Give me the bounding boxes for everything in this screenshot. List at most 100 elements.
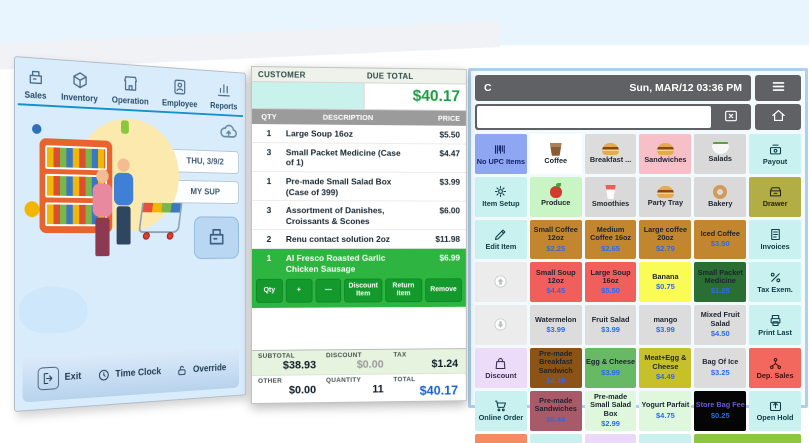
payout-button[interactable]: Payout — [749, 134, 801, 174]
customer-value-box[interactable] — [252, 82, 365, 109]
discount-button[interactable]: Discount — [475, 348, 527, 388]
invoice-icon — [768, 227, 783, 242]
pre-made-breakfast-sandwich-button[interactable]: Pre-made Breakfast Sandwich $4.49 — [530, 348, 582, 388]
menu-button[interactable] — [755, 75, 801, 101]
tab-reports[interactable]: Reports — [210, 79, 237, 111]
time-clock-button[interactable]: Time Clock — [97, 364, 161, 382]
cell-price: $3.99 — [601, 369, 620, 378]
scroll-up-button[interactable] — [475, 262, 527, 302]
iced-coffee-button[interactable]: Iced Coffee $3.50 — [694, 220, 746, 260]
pay-button[interactable]: Pay — [694, 434, 801, 443]
dep-sales-button[interactable]: Dep. Sales — [749, 348, 801, 388]
discount-item-button[interactable]: Discount Item — [344, 279, 381, 302]
store-bag-fee-button[interactable]: Store Bag Fee $0.25 — [694, 391, 746, 431]
selected-receipt-row[interactable]: 1 Al Fresco Roasted Garlic Chicken Sausa… — [252, 249, 466, 277]
refund-button[interactable]: Refund — [585, 434, 637, 443]
cell-label: Watermelon — [535, 316, 577, 324]
meat-egg-cheese-button[interactable]: Meat+Egg & Cheese $4.49 — [639, 348, 691, 388]
cell-button[interactable]: 2 Renu contact solution 2oz $11.98 — [252, 230, 466, 249]
open-hold-button[interactable]: Open Hold — [749, 391, 801, 431]
salads-button[interactable]: Salads — [694, 134, 746, 174]
cell-button[interactable]: 3 Assortment of Danishes, Croissants & S… — [252, 201, 466, 230]
breakfast-button[interactable]: Breakfast ... — [585, 134, 637, 174]
fruit-salad-button[interactable]: Fruit Salad $3.99 — [585, 305, 637, 345]
print-last-button[interactable]: Print Last — [749, 305, 801, 345]
override-button[interactable]: Override — [176, 361, 227, 378]
cell-label: Banana — [652, 273, 678, 281]
clear-search-button[interactable] — [713, 106, 749, 128]
invoices-button[interactable]: Invoices — [749, 220, 801, 260]
mixed-fruit-salad-button[interactable]: Mixed Fruit Salad $4.50 — [694, 305, 746, 345]
remove-item-button[interactable]: Remove — [425, 279, 462, 302]
pre-made-small-salad-box-button[interactable]: Pre-made Small Salad Box $2.99 — [585, 391, 637, 431]
date-button[interactable]: THU, 3/9/2 — [171, 149, 239, 174]
coffee-button[interactable]: Coffee — [530, 134, 582, 174]
egg-cheese-button[interactable]: Egg & Cheese $3.99 — [585, 348, 637, 388]
bakery-button[interactable]: Bakery — [694, 177, 746, 217]
decrease-qty-button[interactable]: — — [315, 279, 341, 302]
cell-button[interactable]: 1 Pre-made Small Salad Box (Case of 399)… — [252, 172, 466, 202]
pos-title-bar: C Sun, MAR/12 03:36 PM — [475, 75, 751, 101]
cell-button[interactable]: 1 Large Soup 16oz $5.50 — [252, 124, 466, 144]
produce-button[interactable]: Produce — [530, 177, 582, 217]
large-coffee-20oz-button[interactable]: Large coffee 20oz $2.79 — [639, 220, 691, 260]
illustration-shape — [121, 120, 129, 134]
price-column-header: PRICE — [410, 114, 466, 123]
smoothies-button[interactable]: Smoothies — [585, 177, 637, 217]
item-description: Renu contact solution 2oz — [286, 234, 410, 245]
qty-column-header: QTY — [252, 112, 286, 121]
online-order-button[interactable]: Online Order — [475, 391, 527, 431]
small-coffee-12oz-button[interactable]: Small Coffee 12oz $2.25 — [530, 220, 582, 260]
mango-button[interactable]: mango $3.99 — [639, 305, 691, 345]
search-input[interactable] — [477, 106, 711, 128]
due-total-label: DUE TOTAL — [367, 71, 460, 81]
register-icon — [26, 67, 45, 88]
watermelon-button[interactable]: Watermelon $3.99 — [530, 305, 582, 345]
edit-item-button[interactable]: Edit Item — [475, 220, 527, 260]
item-qty: 1 — [252, 176, 286, 197]
small-soup-12oz-button[interactable]: Small Soup 12oz $4.45 — [530, 262, 582, 302]
tab-operation[interactable]: Operation — [112, 73, 149, 107]
cancel-button[interactable]: Cancel — [475, 434, 527, 443]
quantity-cell: QUANTITY 11 — [326, 376, 393, 399]
item-description: Small Packet Medicine (Case of 1) — [286, 147, 410, 169]
shopping-illustration — [15, 105, 171, 351]
tab-employee[interactable]: Employee — [162, 76, 197, 109]
item-setup-button[interactable]: Item Setup — [475, 177, 527, 217]
home-button[interactable] — [755, 104, 801, 130]
home-icon — [770, 107, 787, 127]
tax-exempt-button[interactable]: Tax Exem. — [749, 262, 801, 302]
scroll-down-button[interactable] — [475, 305, 527, 345]
banana-button[interactable]: Banana $0.75 — [639, 262, 691, 302]
store-icon — [122, 73, 139, 93]
description-column-header: DESCRIPTION — [286, 112, 410, 122]
pos-header: C Sun, MAR/12 03:36 PM — [475, 75, 801, 101]
hold-button[interactable]: Hold — [639, 434, 691, 443]
party-tray-button[interactable]: Party Tray — [639, 177, 691, 217]
support-button[interactable]: MY SUP — [171, 180, 239, 204]
bag-icon — [493, 356, 508, 371]
cell-price: $2.25 — [546, 245, 565, 254]
cell-label: Drawer — [763, 200, 788, 208]
sandwiches-button[interactable]: Sandwiches — [639, 134, 691, 174]
exit-button[interactable]: Exit — [38, 365, 82, 390]
qty-button[interactable]: Qty — [256, 279, 283, 302]
cell-label: Yogurt Parfait — [642, 401, 690, 409]
action-label: Discount Item — [349, 283, 378, 298]
small-packet-medicine-button[interactable]: Small Packet Medicine $1.25 — [694, 262, 746, 302]
bag-of-ice-button[interactable]: Bag Of Ice $3.25 — [694, 348, 746, 388]
due-total-amount: $40.17 — [365, 83, 466, 110]
tab-inventory[interactable]: Inventory — [61, 69, 98, 103]
yogurt-parfait-button[interactable]: Yogurt Parfait $4.75 — [639, 391, 691, 431]
manage-order-button[interactable]: Manage Order — [530, 434, 582, 443]
tab-sales[interactable]: Sales — [24, 67, 46, 101]
increase-qty-button[interactable]: + — [286, 279, 313, 302]
drawer-button[interactable]: Drawer — [749, 177, 801, 217]
large-soup-16oz-button[interactable]: Large Soup 16oz $5.50 — [585, 262, 637, 302]
cell-button[interactable]: 3 Small Packet Medicine (Case of 1) $4.4… — [252, 143, 466, 173]
register-button[interactable] — [194, 216, 239, 259]
no-upc-items-button[interactable]: No UPC Items — [475, 134, 527, 174]
pre-made-sandwiches-button[interactable]: Pre-made Sandwiches $5.49 — [530, 391, 582, 431]
medium-coffee-16oz-button[interactable]: Medium Coffee 16oz $2.65 — [585, 220, 637, 260]
return-item-button[interactable]: Return Item — [385, 279, 422, 302]
